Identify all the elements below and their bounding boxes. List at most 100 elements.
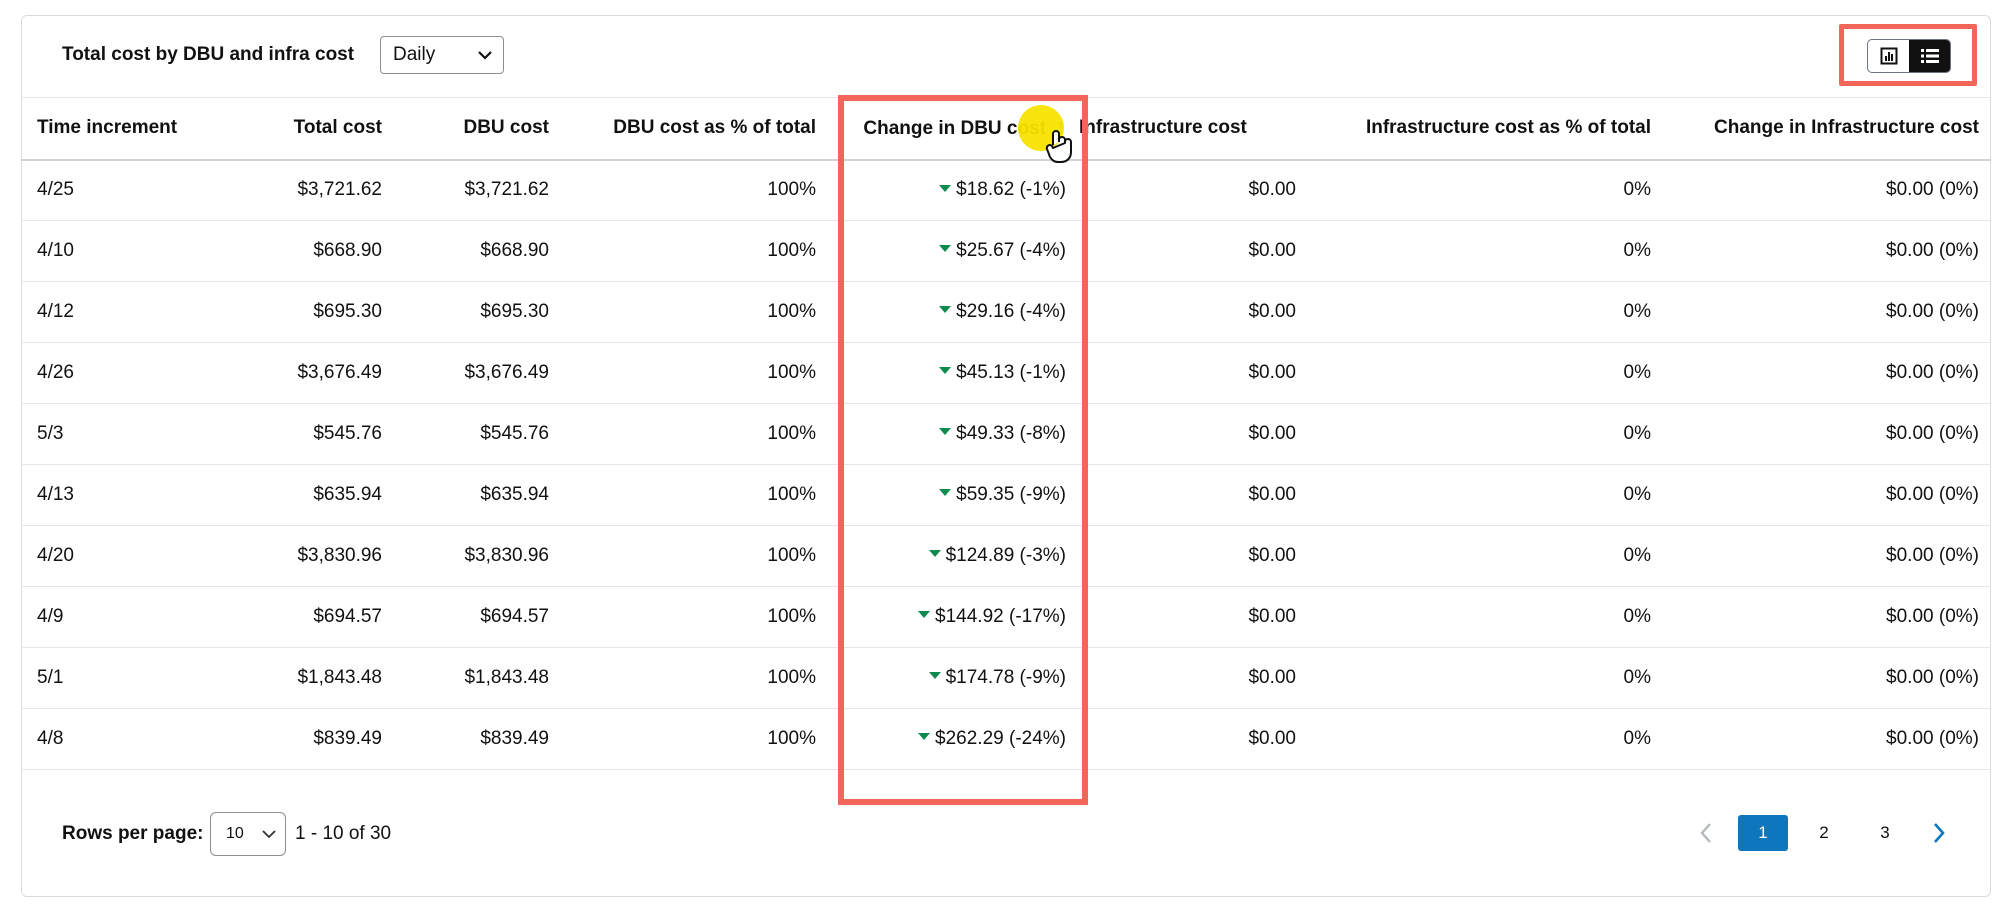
next-page-button[interactable] bbox=[1921, 815, 1957, 851]
decrease-triangle-icon bbox=[939, 245, 952, 253]
cell-dbu-change: $174.78 (-9%) bbox=[828, 648, 1078, 709]
decrease-triangle-icon bbox=[939, 184, 952, 192]
cell-infra-change: $0.00 (0%) bbox=[1886, 240, 1979, 261]
granularity-select[interactable]: Daily bbox=[380, 36, 504, 74]
cell-infra-cost: $0.00 bbox=[1248, 484, 1296, 505]
cell-time: 5/1 bbox=[37, 667, 64, 688]
dbu-change-value: $144.92 (-17%) bbox=[935, 606, 1066, 627]
cell-dbu-cost: $3,721.62 bbox=[464, 179, 549, 201]
cell-infra-change: $0.00 (0%) bbox=[1886, 606, 1979, 627]
cell-total-cost: $3,721.62 bbox=[297, 179, 382, 201]
cell-time: 4/12 bbox=[37, 301, 74, 322]
cell-infra-change: $0.00 (0%) bbox=[1886, 545, 1979, 566]
cell-dbu-pct: 100% bbox=[767, 301, 816, 322]
cell-dbu-change: $49.33 (-8%) bbox=[828, 404, 1078, 465]
decrease-triangle-icon bbox=[939, 367, 952, 375]
cell-dbu-pct: 100% bbox=[767, 606, 816, 627]
cell-dbu-change: $45.13 (-1%) bbox=[828, 343, 1078, 404]
column-header-dbu-pct[interactable]: DBU cost as % of total bbox=[561, 98, 828, 160]
cell-total-cost: $694.57 bbox=[313, 606, 382, 627]
sort-ascending-icon[interactable]: ↑ bbox=[1056, 116, 1066, 139]
page-button-2[interactable]: 2 bbox=[1799, 815, 1849, 851]
cell-infra-pct: 0% bbox=[1623, 179, 1651, 201]
cell-time: 4/20 bbox=[37, 545, 74, 566]
table-row: 5/1 $1,843.48 $1,843.48 100% $174.78 (-9%) $0… bbox=[21, 648, 1991, 709]
decrease-triangle-icon bbox=[918, 733, 931, 741]
cell-dbu-cost: $3,830.96 bbox=[464, 545, 549, 566]
dbu-change-value: $262.29 (-24%) bbox=[935, 728, 1066, 749]
cell-time: 5/3 bbox=[37, 423, 64, 444]
cell-dbu-change: $25.67 (-4%) bbox=[828, 221, 1078, 282]
cell-time: 4/9 bbox=[37, 606, 64, 627]
previous-page-button[interactable] bbox=[1688, 815, 1724, 851]
view-toggle[interactable] bbox=[1867, 39, 1951, 73]
dbu-change-value: $174.78 (-9%) bbox=[945, 667, 1066, 688]
column-header-dbu-change[interactable]: Change in DBU cost ↑ bbox=[828, 98, 1078, 160]
cell-infra-pct: 0% bbox=[1623, 545, 1651, 566]
cell-infra-pct: 0% bbox=[1623, 606, 1651, 627]
cell-dbu-pct: 100% bbox=[767, 179, 816, 201]
cell-dbu-cost: $668.90 bbox=[480, 240, 549, 261]
cell-infra-pct: 0% bbox=[1623, 728, 1651, 749]
cell-dbu-change: $29.16 (-4%) bbox=[828, 282, 1078, 343]
pagination-range: 1 - 10 of 30 bbox=[295, 823, 392, 844]
decrease-triangle-icon bbox=[939, 489, 952, 497]
column-header-infra-cost[interactable]: Infrastructure cost bbox=[1078, 98, 1308, 160]
column-header-infra-pct[interactable]: Infrastructure cost as % of total bbox=[1308, 98, 1663, 160]
card-title: Total cost by DBU and infra cost bbox=[62, 44, 355, 65]
cell-dbu-change: $262.29 (-24%) bbox=[828, 709, 1078, 770]
dbu-change-value: $59.35 (-9%) bbox=[956, 484, 1066, 505]
table-row: 4/20 $3,830.96 $3,830.96 100% $124.89 (-3%) $… bbox=[21, 526, 1991, 587]
cell-dbu-cost: $695.30 bbox=[480, 301, 549, 322]
cost-table: Time increment Total cost DBU cost DBU c… bbox=[21, 97, 1991, 770]
cell-dbu-pct: 100% bbox=[767, 362, 816, 383]
cell-time: 4/25 bbox=[37, 179, 74, 201]
cell-dbu-cost: $694.57 bbox=[480, 606, 549, 627]
cell-infra-change: $0.00 (0%) bbox=[1886, 362, 1979, 383]
cell-dbu-pct: 100% bbox=[767, 423, 816, 444]
column-header-dbu-change-label: Change in DBU cost bbox=[863, 117, 1046, 139]
decrease-triangle-icon bbox=[939, 306, 952, 314]
table-row: 4/26 $3,676.49 $3,676.49 100% $45.13 (-1%) $0… bbox=[21, 343, 1991, 404]
rows-per-page-label: Rows per page: bbox=[62, 823, 204, 844]
chevron-down-icon bbox=[262, 830, 276, 839]
cell-total-cost: $545.76 bbox=[313, 423, 382, 444]
cell-total-cost: $3,830.96 bbox=[297, 545, 382, 566]
cell-infra-pct: 0% bbox=[1623, 240, 1651, 261]
page-button-1[interactable]: 1 bbox=[1738, 815, 1788, 851]
page-button-3[interactable]: 3 bbox=[1860, 815, 1910, 851]
cell-total-cost: $839.49 bbox=[313, 728, 382, 749]
cell-dbu-pct: 100% bbox=[767, 484, 816, 505]
cell-time: 4/8 bbox=[37, 728, 64, 749]
chart-view-icon bbox=[1880, 47, 1897, 65]
rows-per-page-select[interactable]: 10 bbox=[210, 812, 286, 856]
cell-time: 4/10 bbox=[37, 240, 74, 261]
cell-dbu-cost: $839.49 bbox=[480, 728, 549, 749]
column-header-total-cost[interactable]: Total cost bbox=[211, 98, 394, 160]
cell-infra-change: $0.00 (0%) bbox=[1886, 728, 1979, 749]
table-row: 4/12 $695.30 $695.30 100% $29.16 (-4%) $0.00 0… bbox=[21, 282, 1991, 343]
rows-per-page-value: 10 bbox=[226, 825, 244, 842]
decrease-triangle-icon bbox=[939, 428, 952, 436]
cell-total-cost: $3,676.49 bbox=[297, 362, 382, 383]
column-header-time[interactable]: Time increment bbox=[21, 98, 211, 160]
cell-infra-pct: 0% bbox=[1623, 301, 1651, 322]
table-row: 4/8 $839.49 $839.49 100% $262.29 (-24%) $0.00… bbox=[21, 709, 1991, 770]
cell-infra-change: $0.00 (0%) bbox=[1886, 179, 1979, 201]
cell-infra-change: $0.00 (0%) bbox=[1886, 667, 1979, 688]
cell-infra-cost: $0.00 bbox=[1248, 240, 1296, 261]
dbu-change-value: $49.33 (-8%) bbox=[956, 423, 1066, 444]
column-header-dbu-cost[interactable]: DBU cost bbox=[394, 98, 561, 160]
pagination: 1 2 3 bbox=[1688, 815, 1957, 851]
chart-view-button[interactable] bbox=[1868, 40, 1909, 72]
cell-dbu-change: $18.62 (-1%) bbox=[828, 160, 1078, 221]
cell-dbu-pct: 100% bbox=[767, 667, 816, 688]
table-row: 4/25 $3,721.62 $3,721.62 100% $18.62 (-1%) $0… bbox=[21, 160, 1991, 221]
table-row: 5/3 $545.76 $545.76 100% $49.33 (-8%) $0.00 0%… bbox=[21, 404, 1991, 465]
cell-dbu-change: $124.89 (-3%) bbox=[828, 526, 1078, 587]
cell-infra-cost: $0.00 bbox=[1248, 301, 1296, 322]
table-view-button[interactable] bbox=[1909, 40, 1950, 72]
column-header-infra-change[interactable]: Change in Infrastructure cost bbox=[1663, 98, 1991, 160]
cell-total-cost: $668.90 bbox=[313, 240, 382, 261]
decrease-triangle-icon bbox=[928, 550, 941, 558]
